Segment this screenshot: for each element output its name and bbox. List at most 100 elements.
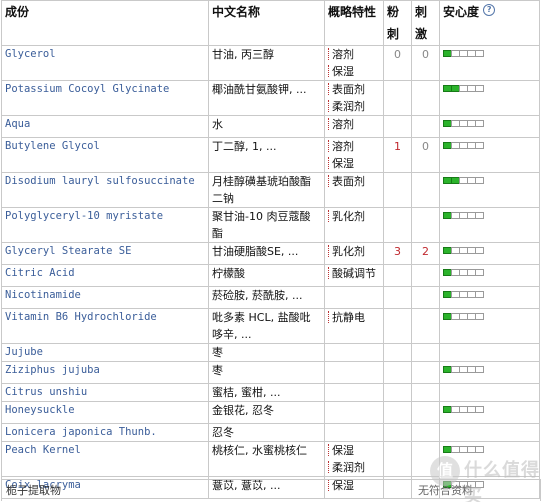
category-cell: 溶剂	[324, 115, 384, 138]
safety-segment	[475, 269, 484, 276]
acne-rating: 1	[383, 137, 412, 173]
acne-rating: 0	[383, 45, 412, 81]
irritant-rating	[411, 361, 440, 384]
safety-segment	[475, 120, 484, 127]
ingredient-name-link[interactable]: Polyglyceryl-10 myristate	[1, 207, 209, 243]
chinese-name: 柠檬酸	[208, 264, 325, 287]
irritant-rating	[411, 207, 440, 243]
ingredient-name-link[interactable]: Butylene Glycol	[1, 137, 209, 173]
acne-rating	[383, 80, 412, 116]
category-cell: 酸碱调节	[324, 264, 384, 287]
chinese-name: 忍冬	[208, 423, 325, 442]
category-cell: 乳化剂	[324, 207, 384, 243]
safety-cell	[439, 383, 540, 402]
category-tag[interactable]: 抗静电	[328, 310, 380, 327]
safety-cell	[439, 207, 540, 243]
safety-segment	[475, 85, 484, 92]
acne-rating	[383, 264, 412, 287]
safety-level-bar	[443, 291, 484, 308]
ingredient-name-link[interactable]: Glycerol	[1, 45, 209, 81]
category-cell	[324, 343, 384, 362]
safety-level-bar	[443, 212, 484, 229]
irritant-rating: 0	[411, 45, 440, 81]
category-tag[interactable]: 保湿	[328, 155, 380, 172]
acne-rating	[383, 286, 412, 309]
ingredient-name-link[interactable]: Lonicera japonica Thunb.	[1, 423, 209, 442]
category-tag[interactable]: 溶剂	[328, 139, 380, 156]
help-icon[interactable]: ?	[483, 4, 496, 16]
chinese-name: 甘油, 丙三醇	[208, 45, 325, 81]
chinese-name: 甘油硬脂酸SE, ...	[208, 242, 325, 265]
chinese-name: 丁二醇, 1, ...	[208, 137, 325, 173]
ingredient-name-link[interactable]: Peach Kernel	[1, 441, 209, 477]
ingredient-name-link[interactable]: Citrus unshiu	[1, 383, 209, 402]
irritant-rating: 2	[411, 242, 440, 265]
chinese-name: 月桂醇磺基琥珀酸酯二钠	[208, 172, 325, 208]
category-tag[interactable]: 溶剂	[328, 47, 380, 64]
category-tag[interactable]: 溶剂	[328, 117, 380, 134]
safety-cell	[439, 80, 540, 116]
category-tag[interactable]: 柔润剂	[328, 459, 380, 476]
chinese-name: 吡多素 HCL, 盐酸吡哆辛, ...	[208, 308, 325, 344]
category-cell: 抗静电	[324, 308, 384, 344]
irritant-rating	[411, 286, 440, 309]
acne-rating	[383, 343, 412, 362]
safety-segment	[475, 212, 484, 219]
category-tag[interactable]: 保湿	[328, 63, 380, 80]
safety-level-bar	[443, 85, 484, 102]
category-tag[interactable]: 乳化剂	[328, 209, 380, 226]
category-tag[interactable]: 保湿	[328, 443, 380, 460]
acne-rating	[383, 401, 412, 424]
ingredient-name-link[interactable]: Ziziphus jujuba	[1, 361, 209, 384]
category-cell	[324, 286, 384, 309]
ingredient-name-link[interactable]: Aqua	[1, 115, 209, 138]
chinese-name: 蜜桔, 蜜柑, ...	[208, 383, 325, 402]
category-tag[interactable]: 表面剂	[328, 82, 380, 99]
watermark-badge: 值	[430, 456, 460, 486]
table-row: Lonicera japonica Thunb. 忍冬	[1, 423, 540, 442]
safety-level-bar	[443, 50, 484, 67]
safety-level-bar	[443, 142, 484, 159]
safety-cell	[439, 308, 540, 344]
ingredient-name-link[interactable]: Honeysuckle	[1, 401, 209, 424]
acne-rating: 3	[383, 242, 412, 265]
ingredient-name-link[interactable]: Citric Acid	[1, 264, 209, 287]
category-tag[interactable]: 乳化剂	[328, 244, 380, 261]
category-tag[interactable]: 表面剂	[328, 174, 380, 191]
ingredient-name-link[interactable]: Potassium Cocoyl Glycinate	[1, 80, 209, 116]
safety-cell	[439, 45, 540, 81]
safety-segment	[475, 313, 484, 320]
acne-rating	[383, 383, 412, 402]
ingredient-name-link[interactable]: Jujube	[1, 343, 209, 362]
table-row: Aqua 水溶剂	[1, 115, 540, 138]
safety-level-bar	[443, 120, 484, 137]
safety-level-bar	[443, 177, 484, 194]
safety-cell	[439, 361, 540, 384]
ingredient-name-link[interactable]: Disodium lauryl sulfosuccinate	[1, 172, 209, 208]
chinese-name: 水	[208, 115, 325, 138]
category-tag[interactable]: 柔润剂	[328, 98, 380, 115]
safety-level-bar	[443, 366, 484, 383]
safety-cell	[439, 343, 540, 362]
category-cell: 保湿 柔润剂	[324, 441, 384, 477]
table-row: Nicotinamide 菸硷胺, 菸酰胺, ...	[1, 286, 540, 309]
ingredient-name-link[interactable]: Nicotinamide	[1, 286, 209, 309]
irritant-rating	[411, 423, 440, 442]
table-row: Glycerol 甘油, 丙三醇 溶剂 保湿 0 0	[1, 45, 540, 81]
category-cell: 溶剂 保湿	[324, 137, 384, 173]
header-category: 概略特性	[324, 0, 384, 46]
category-tag[interactable]: 酸碱调节	[328, 266, 380, 283]
safety-cell	[439, 264, 540, 287]
header-acne: 粉刺	[383, 0, 412, 46]
acne-rating	[383, 423, 412, 442]
table-row: Glyceryl Stearate SE 甘油硬脂酸SE, ... 乳化剂 3 2	[1, 242, 540, 265]
table-row: Potassium Cocoyl Glycinate 椰油酰甘氨酸钾, ... 表面…	[1, 80, 540, 116]
ingredient-name-link[interactable]: Glyceryl Stearate SE	[1, 242, 209, 265]
irritant-rating	[411, 80, 440, 116]
category-cell	[324, 361, 384, 384]
safety-segment	[475, 406, 484, 413]
irritant-rating	[411, 115, 440, 138]
ingredient-table: 成份 中文名称 概略特性 粉刺 刺激 安心度 ? Glycerol 甘油, 丙三醇…	[1, 0, 540, 499]
irritant-rating	[411, 401, 440, 424]
ingredient-name-link[interactable]: Vitamin B6 Hydrochloride	[1, 308, 209, 344]
